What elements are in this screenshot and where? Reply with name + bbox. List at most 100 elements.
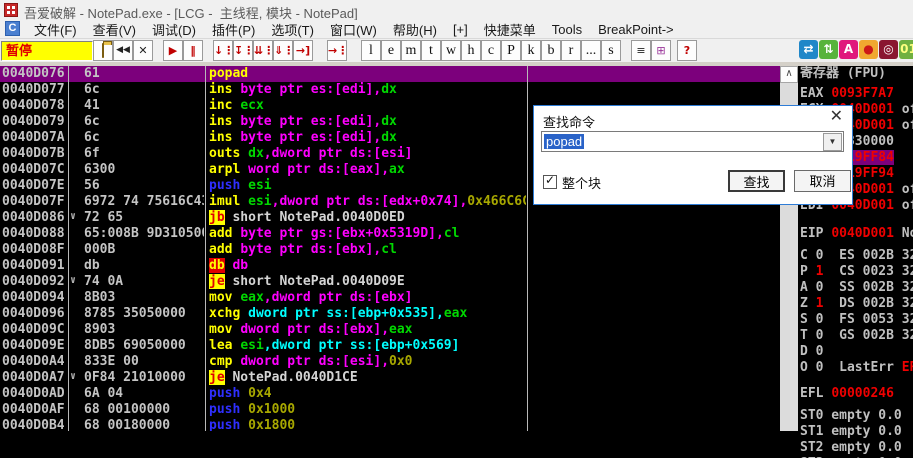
disasm-row[interactable]: 0040D08F000Badd byte ptr ds:[ebx],cl: [0, 242, 780, 258]
scroll-up-button[interactable]: ∧: [780, 66, 798, 83]
register-row[interactable]: ST0 empty 0.0: [800, 408, 913, 424]
register-row[interactable]: D 0: [800, 344, 913, 360]
record-icon[interactable]: ●: [859, 40, 878, 59]
command-input-value[interactable]: popad: [544, 134, 584, 149]
step-over-button[interactable]: ↧⋮: [233, 40, 253, 61]
menu-item-shortcut-menu[interactable]: 快捷菜单: [476, 20, 544, 39]
disasm-row[interactable]: 0040D0B468 00180000push 0x1800: [0, 418, 780, 431]
disasm-address: 0040D07B: [2, 146, 65, 161]
column-separator[interactable]: [527, 66, 528, 431]
register-row[interactable]: S 0 FS 0053 32bit: [800, 312, 913, 328]
menu-item-plus[interactable]: [+]: [445, 22, 476, 37]
disasm-bytes: 6c: [84, 114, 204, 129]
register-row[interactable]: 寄存器 (FPU): [800, 66, 913, 82]
dialog-title: 查找命令: [543, 112, 595, 131]
run-button[interactable]: ▶: [163, 40, 183, 61]
chevron-down-icon[interactable]: ▼: [823, 133, 842, 151]
letter-button-b[interactable]: b: [541, 40, 561, 61]
sync-icon[interactable]: ⇄: [799, 40, 818, 59]
letter-button-e[interactable]: e: [381, 40, 401, 61]
letter-button-h[interactable]: h: [461, 40, 481, 61]
command-combobox[interactable]: popad ▼: [541, 131, 844, 152]
updown-icon[interactable]: ⇅: [819, 40, 838, 59]
disasm-row[interactable]: 0040D0776cins byte ptr es:[edi],dx: [0, 82, 780, 98]
letter-button-l[interactable]: l: [361, 40, 381, 61]
windows-button[interactable]: ⊞: [651, 40, 671, 61]
menu-item-plugins[interactable]: 插件(P): [204, 20, 263, 39]
register-row[interactable]: EFL 00000246: [800, 386, 913, 402]
trace-into-button[interactable]: ⇊⋮: [253, 40, 273, 61]
disasm-row[interactable]: 0040D0968785 35050000xchg dword ptr ss:[…: [0, 306, 780, 322]
disasm-address: 0040D07A: [2, 130, 65, 145]
menu-item-options[interactable]: 选项(T): [263, 20, 322, 39]
open-file-button[interactable]: [93, 40, 113, 61]
column-separator[interactable]: [205, 66, 206, 431]
register-row[interactable]: P 1 CS 0023 32bit: [800, 264, 913, 280]
step-into-button[interactable]: ↓⋮: [213, 40, 233, 61]
close-process-button[interactable]: ✕: [133, 40, 153, 61]
disasm-row[interactable]: 0040D08865:008B 9D310500add byte ptr gs:…: [0, 226, 780, 242]
disasm-row[interactable]: 0040D091dbdb db: [0, 258, 780, 274]
disasm-text: ins byte ptr es:[edi],dx: [209, 82, 526, 97]
disasm-row[interactable]: 0040D09C8903mov dword ptr ds:[ebx],eax: [0, 322, 780, 338]
entire-block-checkbox[interactable]: ✓: [543, 175, 557, 189]
disasm-row[interactable]: 0040D0A4833E 00cmp dword ptr ds:[esi],0x…: [0, 354, 780, 370]
register-row[interactable]: ST2 empty 0.0: [800, 440, 913, 456]
letter-button-t[interactable]: t: [421, 40, 441, 61]
disasm-text: db db: [209, 258, 526, 273]
register-row[interactable]: EIP 0040D001 NotePad.0040D001: [800, 226, 913, 242]
letter-button-w[interactable]: w: [441, 40, 461, 61]
assemble-icon[interactable]: A: [839, 40, 858, 59]
register-row[interactable]: T 0 GS 002B 32bit: [800, 328, 913, 344]
menu-item-debug[interactable]: 调试(D): [144, 20, 204, 39]
menu-item-tools[interactable]: Tools: [544, 22, 590, 37]
checkmark-icon: ✓: [545, 173, 555, 187]
column-separator[interactable]: [68, 66, 69, 431]
letter-button-r[interactable]: r: [561, 40, 581, 61]
rewind-button[interactable]: ◀◀: [113, 40, 133, 61]
disasm-bytes: 8903: [84, 322, 204, 337]
disasm-row[interactable]: 0040D09E8DB5 69050000lea esi,dword ptr s…: [0, 338, 780, 354]
register-row[interactable]: O 0 LastErr ERROR_SUCCESS: [800, 360, 913, 376]
menu-item-breakpoint[interactable]: BreakPoint->: [590, 22, 682, 37]
cpu-window-icon[interactable]: C: [5, 21, 20, 36]
breakpoint-list-button[interactable]: ≡: [631, 40, 651, 61]
disasm-text: ins byte ptr es:[edi],dx: [209, 114, 526, 129]
goto-button[interactable]: →⋮: [327, 40, 347, 61]
find-button[interactable]: 查找: [728, 170, 785, 192]
disasm-row[interactable]: 0040D0AD6A 04push 0x4: [0, 386, 780, 402]
register-row[interactable]: Z 1 DS 002B 32bit: [800, 296, 913, 312]
register-row[interactable]: A 0 SS 002B 32bit: [800, 280, 913, 296]
menu-item-help[interactable]: 帮助(H): [385, 20, 445, 39]
binary-icon[interactable]: 01: [899, 40, 913, 59]
disasm-row[interactable]: 0040D0948B03mov eax,dword ptr ds:[ebx]: [0, 290, 780, 306]
pause-button[interactable]: ‖: [183, 40, 203, 61]
register-row[interactable]: ST1 empty 0.0: [800, 424, 913, 440]
letter-button-P[interactable]: P: [501, 40, 521, 61]
letter-button-m[interactable]: m: [401, 40, 421, 61]
letter-button-k[interactable]: k: [521, 40, 541, 61]
register-row[interactable]: C 0 ES 002B 32bit: [800, 248, 913, 264]
disasm-row[interactable]: 0040D092∨74 0Aje short NotePad.0040D09E: [0, 274, 780, 290]
trace-over-button[interactable]: ⇓⋮: [273, 40, 293, 61]
letter-button-...[interactable]: ...: [581, 40, 601, 61]
disasm-bytes: 61: [84, 66, 204, 81]
menu-item-view[interactable]: 查看(V): [85, 20, 144, 39]
letter-button-s[interactable]: s: [601, 40, 621, 61]
disasm-row[interactable]: 0040D0A7∨0F84 21010000je NotePad.0040D1C…: [0, 370, 780, 386]
register-row[interactable]: EAX 0093F7A7: [800, 86, 913, 102]
cancel-button[interactable]: 取消: [794, 170, 851, 192]
help-button[interactable]: ?: [677, 40, 697, 61]
title-bar: 吾爱破解 - NotePad.exe - [LCG - 主线程, 模块 - No…: [0, 0, 913, 20]
menu-item-window[interactable]: 窗口(W): [322, 20, 385, 39]
disasm-row[interactable]: 0040D086∨72 65jb short NotePad.0040D0ED: [0, 210, 780, 226]
disasm-row[interactable]: 0040D0AF68 00100000push 0x1000: [0, 402, 780, 418]
menu-item-file[interactable]: 文件(F): [26, 20, 85, 39]
disasm-address: 0040D08F: [2, 242, 65, 257]
close-icon[interactable]: ✕: [830, 108, 843, 126]
disasm-row[interactable]: 0040D07661popad: [0, 66, 780, 82]
disasm-text: arpl word ptr ds:[eax],ax: [209, 162, 526, 177]
target-icon[interactable]: ◎: [879, 40, 898, 59]
till-return-button[interactable]: →]: [293, 40, 313, 61]
letter-button-c[interactable]: c: [481, 40, 501, 61]
